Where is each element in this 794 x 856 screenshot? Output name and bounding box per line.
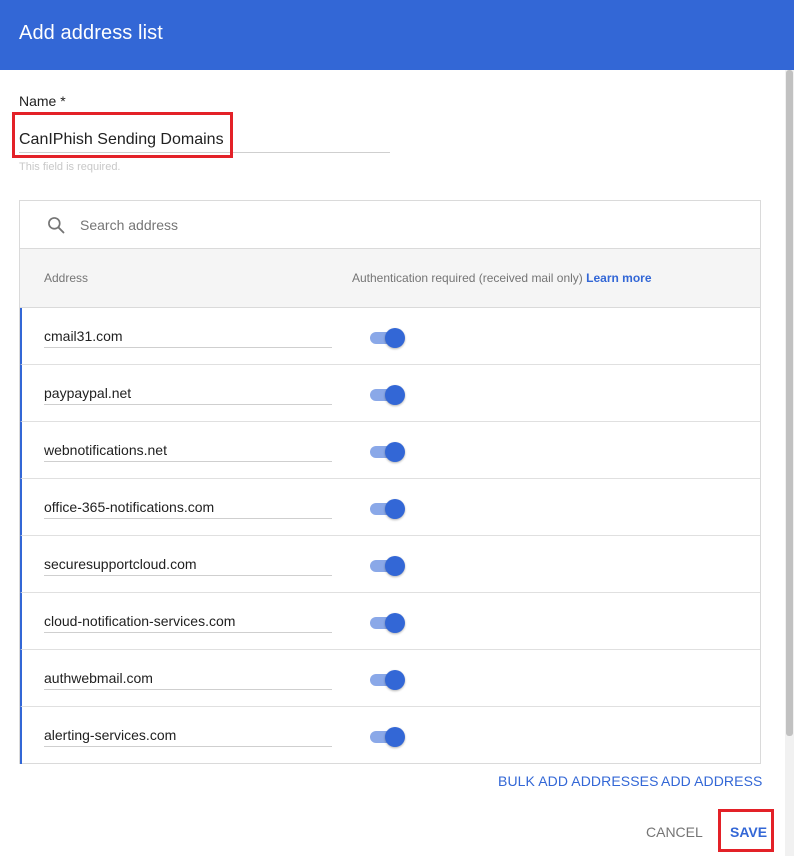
auth-required-toggle[interactable] — [368, 726, 406, 748]
column-header-auth: Authentication required (received mail o… — [352, 271, 652, 285]
dialog-header: Add address list — [0, 0, 794, 70]
search-input[interactable] — [80, 214, 680, 236]
auth-required-toggle[interactable] — [368, 612, 406, 634]
column-header-address: Address — [44, 271, 89, 285]
table-header: Address Authentication required (receive… — [20, 249, 760, 308]
toggle-thumb — [385, 442, 405, 462]
toggle-thumb — [385, 613, 405, 633]
auth-required-toggle[interactable] — [368, 441, 406, 463]
auth-required-toggle[interactable] — [368, 498, 406, 520]
dialog-title: Add address list — [19, 22, 163, 44]
scrollbar[interactable] — [785, 70, 794, 856]
toggle-thumb — [385, 385, 405, 405]
save-button[interactable]: SAVE — [730, 824, 767, 840]
address-field[interactable] — [44, 324, 332, 348]
search-icon — [48, 217, 65, 234]
name-required-hint: This field is required. — [19, 161, 121, 173]
cancel-button[interactable]: CANCEL — [646, 824, 703, 840]
address-field[interactable] — [44, 552, 332, 576]
auth-required-toggle[interactable] — [368, 327, 406, 349]
auth-header-label: Authentication required (received mail o… — [352, 271, 583, 285]
scrollbar-thumb[interactable] — [786, 70, 793, 736]
add-address-button[interactable]: ADD ADDRESS — [661, 773, 762, 789]
toggle-thumb — [385, 556, 405, 576]
table-row — [20, 650, 760, 707]
toggle-thumb — [385, 727, 405, 747]
table-row — [20, 422, 760, 479]
address-field[interactable] — [44, 381, 332, 405]
address-field[interactable] — [44, 438, 332, 462]
toggle-thumb — [385, 670, 405, 690]
auth-required-toggle[interactable] — [368, 384, 406, 406]
name-input[interactable] — [19, 128, 390, 153]
toggle-thumb — [385, 328, 405, 348]
table-row — [20, 536, 760, 593]
address-table: Address Authentication required (receive… — [19, 200, 761, 764]
name-label: Name * — [19, 93, 66, 109]
table-row — [20, 707, 760, 764]
table-row — [20, 365, 760, 422]
address-field[interactable] — [44, 723, 332, 747]
search-row — [20, 201, 760, 249]
address-field[interactable] — [44, 666, 332, 690]
auth-required-toggle[interactable] — [368, 555, 406, 577]
table-row — [20, 308, 760, 365]
address-field[interactable] — [44, 495, 332, 519]
address-field[interactable] — [44, 609, 332, 633]
table-row — [20, 593, 760, 650]
learn-more-link[interactable]: Learn more — [586, 271, 651, 285]
auth-required-toggle[interactable] — [368, 669, 406, 691]
table-row — [20, 479, 760, 536]
toggle-thumb — [385, 499, 405, 519]
bulk-add-addresses-button[interactable]: BULK ADD ADDRESSES — [498, 773, 659, 789]
